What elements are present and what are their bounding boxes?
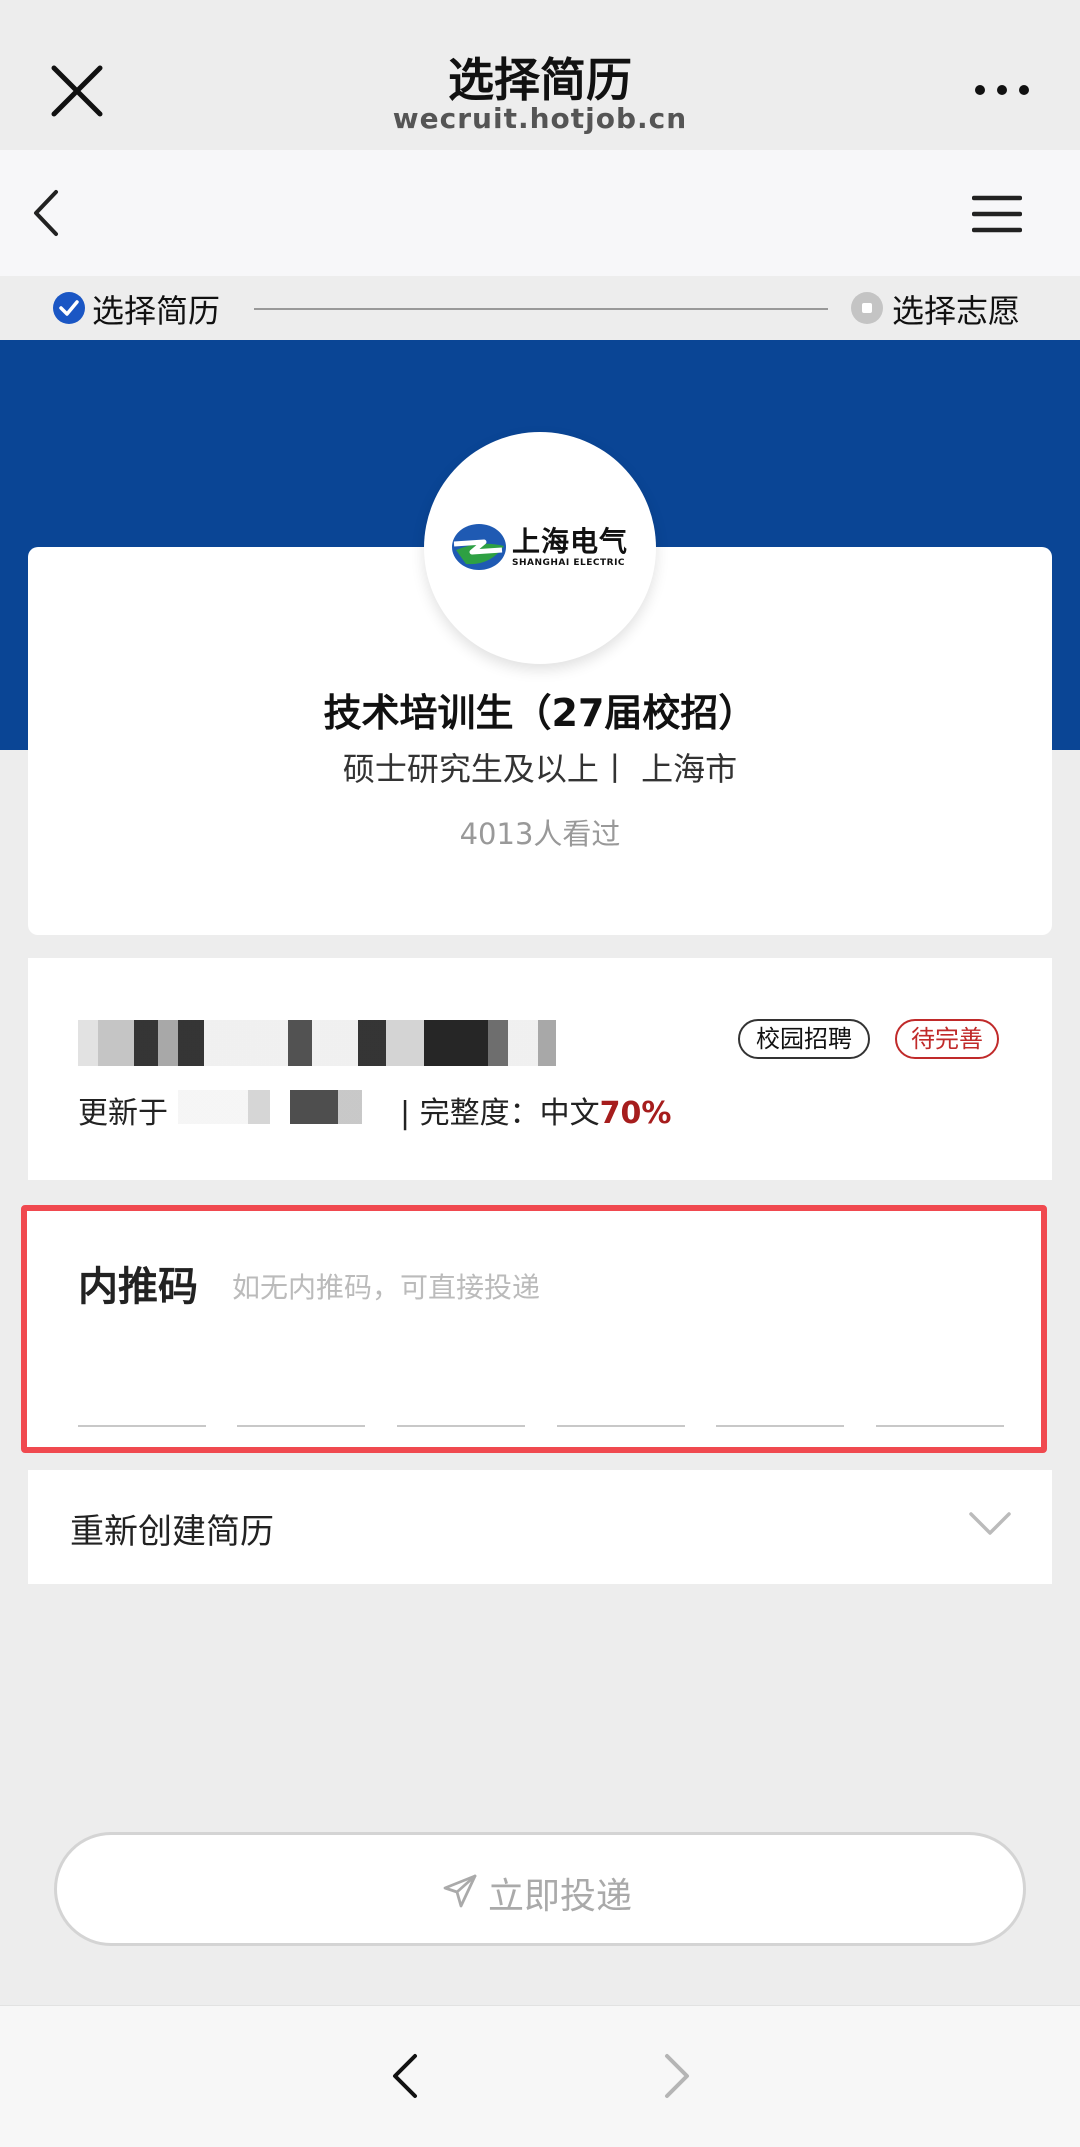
job-title: 技术培训生（27届校招） (323, 691, 757, 735)
job-meta: 硕士研究生及以上丨 上海市 (342, 750, 738, 788)
step-divider (254, 308, 828, 310)
referral-code-digit-3[interactable] (397, 1425, 525, 1427)
campus-recruitment-badge: 校园招聘 (738, 1019, 870, 1059)
browser-bottom-toolbar (0, 2005, 1080, 2147)
chevron-left-icon[interactable] (390, 2052, 420, 2100)
step-label-select-preference: 选择志愿 (892, 292, 1021, 330)
completeness-value: 70% (599, 1096, 672, 1131)
nav-bar (0, 150, 1080, 276)
menu-icon[interactable] (972, 194, 1022, 234)
chevron-down-icon[interactable] (968, 1510, 1012, 1538)
more-icon[interactable] (974, 80, 1030, 100)
dot-circle-icon (851, 292, 883, 324)
paper-plane-icon (443, 1874, 477, 1908)
recreate-resume-label: 重新创建简历 (70, 1512, 274, 1552)
referral-code-digit-2[interactable] (237, 1425, 365, 1427)
chevron-left-icon[interactable] (30, 188, 62, 238)
step-label-select-resume: 选择简历 (92, 292, 221, 330)
referral-code-digit-4[interactable] (557, 1425, 685, 1427)
page-domain: wecruit.hotjob.cn (392, 102, 688, 135)
resume-completeness: | 完整度：中文70% (400, 1088, 671, 1132)
submit-button-label: 立即投递 (488, 1876, 633, 1917)
page-title: 选择简历 (448, 53, 632, 107)
referral-code-title: 内推码 (78, 1264, 198, 1310)
referral-code-hint: 如无内推码，可直接投递 (232, 1271, 541, 1304)
resume-name-redacted (78, 1020, 588, 1066)
company-logo-subtext: SHANGHAI ELECTRIC (512, 558, 626, 568)
job-view-count: 4013人看过 (459, 817, 621, 851)
check-circle-icon (53, 292, 85, 324)
company-logo-text: 上海电气 (512, 525, 629, 558)
chevron-right-icon[interactable] (662, 2052, 692, 2100)
referral-code-card (21, 1205, 1047, 1453)
incomplete-badge: 待完善 (895, 1019, 999, 1059)
referral-code-digit-5[interactable] (716, 1425, 844, 1427)
company-logo: 上海电气 SHANGHAI ELECTRIC (424, 432, 656, 664)
wechat-title-bar: 选择简历 wecruit.hotjob.cn (0, 0, 1080, 150)
referral-code-digit-1[interactable] (78, 1425, 206, 1427)
referral-code-digit-6[interactable] (876, 1425, 1004, 1427)
company-logo-mark (452, 524, 506, 570)
completeness-label: | 完整度：中文 (400, 1096, 600, 1131)
resume-card[interactable] (28, 958, 1052, 1180)
step-indicator: 选择简历 选择志愿 (0, 276, 1080, 340)
resume-updated-label: 更新于 (78, 1096, 168, 1131)
resume-updated-date-redacted (178, 1090, 362, 1124)
